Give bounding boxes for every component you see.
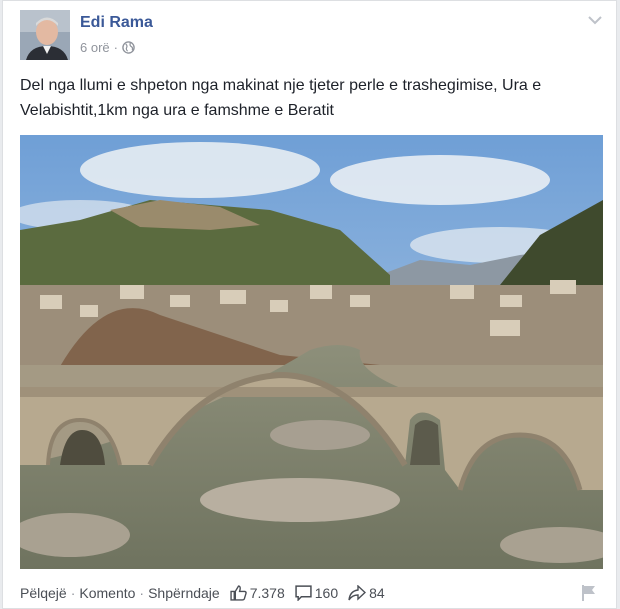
comment-icon [295, 584, 312, 601]
comment-count[interactable]: 160 [295, 585, 338, 601]
share-count-value: 84 [369, 584, 385, 601]
action-separator: · [139, 584, 145, 601]
post-time[interactable]: 6 orë [80, 40, 110, 55]
comment-link[interactable]: Komento [79, 585, 135, 601]
action-separator: · [70, 584, 76, 601]
post-text: Del nga llumi e shpeton nga makinat nje … [20, 77, 542, 119]
flag-icon[interactable] [581, 584, 597, 602]
post-card: Edi Rama 6 orë · Del nga llumi e shpeton… [2, 0, 617, 609]
share-count[interactable]: 84 [348, 584, 385, 601]
comment-count-value: 160 [314, 584, 339, 601]
post-actions: Pëlqejë · Komento · Shpërndaje 7.378 160 [20, 584, 605, 604]
post-meta: 6 orë · [80, 40, 135, 55]
globe-icon[interactable] [122, 41, 135, 54]
like-count[interactable]: 7.378 [230, 584, 285, 601]
meta-separator: · [113, 40, 118, 55]
chevron-down-icon[interactable] [588, 15, 602, 25]
share-arrow-icon [348, 584, 367, 601]
like-link[interactable]: Pëlqejë [20, 585, 67, 601]
post-photo[interactable] [20, 135, 603, 569]
avatar[interactable] [20, 10, 70, 60]
thumbs-up-icon [230, 585, 247, 601]
avatar-photo [20, 10, 70, 60]
author-name[interactable]: Edi Rama [80, 14, 153, 32]
share-link[interactable]: Shpërndaje [148, 585, 220, 601]
like-count-value: 7.378 [249, 584, 285, 601]
